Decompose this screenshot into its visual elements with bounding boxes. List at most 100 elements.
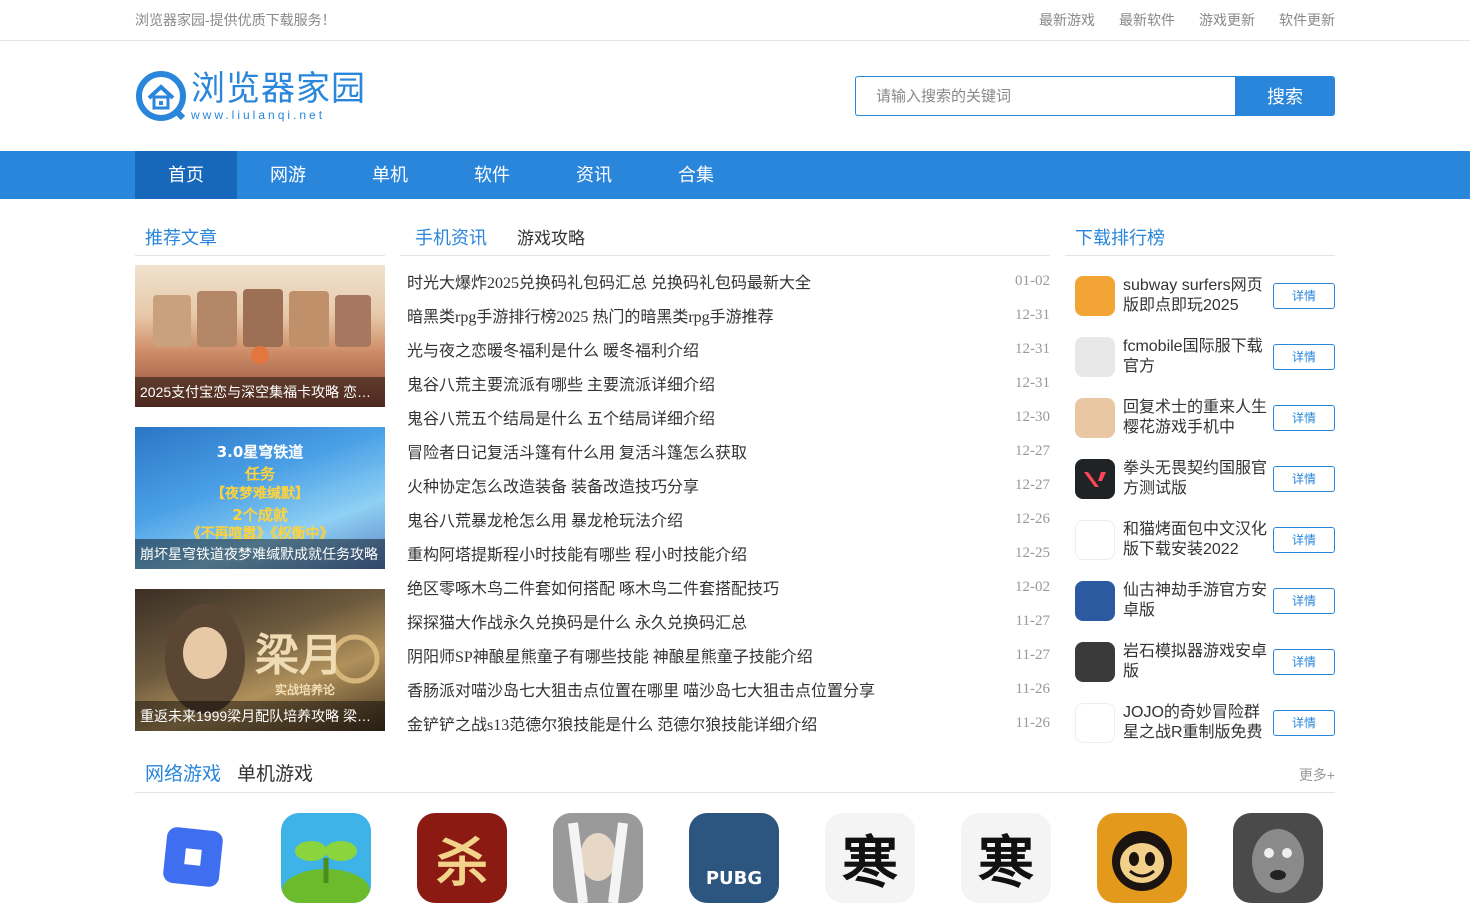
news-title[interactable]: 金铲铲之战s13范德尔狼技能是什么 范德尔狼技能详细介绍 — [407, 711, 817, 735]
rock-simulator-icon[interactable] — [1075, 641, 1115, 682]
details-button[interactable]: 详情 — [1273, 465, 1335, 492]
news-row[interactable]: 鬼谷八荒暴龙枪怎么用 暴龙枪玩法介绍 12-26 — [400, 502, 1050, 536]
news-row[interactable]: 鬼谷八荒五个结局是什么 五个结局详细介绍 12-30 — [400, 400, 1050, 434]
sanguosha-icon[interactable]: 杀 — [417, 813, 507, 903]
news-title[interactable]: 探探猫大作战永久兑换码是什么 永久兑换码汇总 — [407, 609, 747, 633]
news-title[interactable]: 鬼谷八荒五个结局是什么 五个结局详细介绍 — [407, 405, 715, 429]
nav-online-games[interactable]: 网游 — [237, 151, 339, 199]
search-input[interactable] — [855, 76, 1235, 116]
ranking-item[interactable]: 岩石模拟器游戏安卓版 详情 — [1065, 631, 1335, 692]
ranking-item-name[interactable]: subway surfers网页版即点即玩2025 — [1123, 276, 1271, 316]
news-title[interactable]: 绝区零啄木鸟二件套如何搭配 啄木鸟二件套搭配技巧 — [407, 575, 779, 599]
ranking-item-name[interactable]: JOJO的奇妙冒险群星之战R重制版免费 — [1123, 703, 1271, 743]
ranking-item[interactable]: subway surfers网页版即点即玩2025 详情 — [1065, 265, 1335, 326]
details-button[interactable]: 详情 — [1273, 709, 1335, 736]
anime-girl-icon[interactable] — [1075, 397, 1115, 438]
details-button[interactable]: 详情 — [1273, 343, 1335, 370]
news-date: 12-25 — [1015, 544, 1050, 561]
ranking-item-name[interactable]: 拳头无畏契约国服官方测试版 — [1123, 459, 1271, 499]
recommended-card[interactable]: 梁月 实战培养论 重返未来1999梁月配队培养攻略 梁月怎么配队 — [135, 589, 385, 731]
more-link[interactable]: 更多+ — [1299, 765, 1335, 785]
search-bar: 搜索 — [855, 76, 1335, 116]
ranking-item-name[interactable]: fcmobile国际服下载官方 — [1123, 337, 1271, 377]
news-title[interactable]: 香肠派对喵沙岛七大狙击点位置在哪里 喵沙岛七大狙击点位置分享 — [407, 677, 875, 701]
nav-software[interactable]: 软件 — [441, 151, 543, 199]
news-date: 12-31 — [1015, 306, 1050, 323]
ranking-item[interactable]: fcmobile国际服下载官方 详情 — [1065, 326, 1335, 387]
news-date: 11-27 — [1015, 612, 1050, 629]
details-button[interactable]: 详情 — [1273, 526, 1335, 553]
site-slogan: 浏览器家园-提供优质下载服务！ — [135, 12, 336, 28]
top-link-game-updates[interactable]: 游戏更新 — [1199, 10, 1255, 30]
news-title[interactable]: 阴阳师SP神酿星熊童子有哪些技能 神酿星熊童子技能介绍 — [407, 643, 813, 667]
news-row[interactable]: 鬼谷八荒主要流派有哪些 主要流派详细介绍 12-31 — [400, 366, 1050, 400]
cat-bread-icon[interactable] — [1075, 519, 1115, 560]
pubg-mobile-icon[interactable]: PUBG — [689, 813, 779, 903]
ranking-item[interactable]: 仙古神劫手游官方安卓版 详情 — [1065, 570, 1335, 631]
jojo-icon[interactable] — [1075, 702, 1115, 743]
tab-online-games[interactable]: 网络游戏 — [145, 759, 221, 786]
tab-mobile-news[interactable]: 手机资讯 — [415, 224, 487, 250]
news-title[interactable]: 冒险者日记复活斗篷有什么用 复活斗篷怎么获取 — [407, 439, 747, 463]
ranking-item-name[interactable]: 仙古神劫手游官方安卓版 — [1123, 581, 1271, 621]
ranking-item-name[interactable]: 岩石模拟器游戏安卓版 — [1123, 642, 1271, 682]
news-row[interactable]: 光与夜之恋暖冬福利是什么 暖冬福利介绍 12-31 — [400, 332, 1050, 366]
nav-single-games[interactable]: 单机 — [339, 151, 441, 199]
news-title[interactable]: 时光大爆炸2025兑换码礼包码汇总 兑换码礼包码最新大全 — [407, 269, 811, 293]
news-title[interactable]: 鬼谷八荒主要流派有哪些 主要流派详细介绍 — [407, 371, 715, 395]
tab-single-games[interactable]: 单机游戏 — [237, 759, 313, 786]
nav-news[interactable]: 资讯 — [543, 151, 645, 199]
ranking-item-name[interactable]: 回复术士的重来人生樱花游戏手机中 — [1123, 398, 1271, 438]
main-nav: 首页 网游 单机 软件 资讯 合集 — [0, 151, 1470, 199]
news-title[interactable]: 火种协定怎么改造装备 装备改造技巧分享 — [407, 473, 699, 497]
details-button[interactable]: 详情 — [1273, 282, 1335, 309]
top-link-latest-software[interactable]: 最新软件 — [1119, 10, 1175, 30]
ranking-item[interactable]: JOJO的奇妙冒险群星之战R重制版免费 详情 — [1065, 692, 1335, 753]
news-row[interactable]: 时光大爆炸2025兑换码礼包码汇总 兑换码礼包码最新大全 01-02 — [400, 264, 1050, 298]
news-row[interactable]: 冒险者日记复活斗篷有什么用 复活斗篷怎么获取 12-27 — [400, 434, 1050, 468]
swordsman-icon[interactable] — [553, 813, 643, 903]
news-row[interactable]: 重构阿塔提斯程小时技能有哪些 程小时技能介绍 12-25 — [400, 536, 1050, 570]
nav-collections[interactable]: 合集 — [645, 151, 747, 199]
details-button[interactable]: 详情 — [1273, 404, 1335, 431]
article-caption: 崩坏星穹铁道夜梦难缄默成就任务攻略 — [135, 539, 385, 569]
news-row[interactable]: 金铲铲之战s13范德尔狼技能是什么 范德尔狼技能详细介绍 11-26 — [400, 706, 1050, 740]
news-title[interactable]: 重构阿塔提斯程小时技能有哪些 程小时技能介绍 — [407, 541, 747, 565]
ranking-item[interactable]: 回复术士的重来人生樱花游戏手机中 详情 — [1065, 387, 1335, 448]
fc-mobile-icon[interactable] — [1075, 336, 1115, 377]
news-row[interactable]: 暗黑类rpg手游排行榜2025 热门的暗黑类rpg手游推荐 12-31 — [400, 298, 1050, 332]
news-row[interactable]: 绝区零啄木鸟二件套如何搭配 啄木鸟二件套搭配技巧 12-02 — [400, 570, 1050, 604]
top-link-latest-games[interactable]: 最新游戏 — [1039, 10, 1095, 30]
ranking-item[interactable]: 和猫烤面包中文汉化版下载安装2022 详情 — [1065, 509, 1335, 570]
recommended-card[interactable]: 2025支付宝恋与深空集福卡攻略 恋与深空集福卡怎么获得 — [135, 265, 385, 407]
search-button[interactable]: 搜索 — [1235, 76, 1335, 116]
games-section: 网络游戏 单机游戏 更多+ 杀 PUBG 寒 寒 — [0, 753, 1470, 903]
logo-domain: www.liulanqi.net — [191, 108, 326, 122]
top-link-software-updates[interactable]: 软件更新 — [1279, 10, 1335, 30]
details-button[interactable]: 详情 — [1273, 587, 1335, 614]
ranking-item[interactable]: 拳头无畏契约国服官方测试版 详情 — [1065, 448, 1335, 509]
roblox-icon[interactable] — [145, 813, 235, 903]
news-row[interactable]: 香肠派对喵沙岛七大狙击点位置在哪里 喵沙岛七大狙击点位置分享 11-26 — [400, 672, 1050, 706]
granny-icon[interactable] — [1233, 813, 1323, 903]
tab-game-guides[interactable]: 游戏攻略 — [517, 224, 585, 249]
news-row[interactable]: 探探猫大作战永久兑换码是什么 永久兑换码汇总 11-27 — [400, 604, 1050, 638]
site-logo[interactable]: 浏览器家园 www.liulanqi.net — [135, 66, 366, 126]
sprout-icon[interactable] — [281, 813, 371, 903]
recommended-card[interactable]: 3.0星穹铁道 任务 【夜梦难缄默】 2个成就 《不再喧嚣》《权衡中》 崩坏星穹… — [135, 427, 385, 569]
bendy-icon[interactable] — [1097, 813, 1187, 903]
ink-game-icon-2[interactable]: 寒 — [961, 813, 1051, 903]
ranking-item-name[interactable]: 和猫烤面包中文汉化版下载安装2022 — [1123, 520, 1271, 560]
news-row[interactable]: 火种协定怎么改造装备 装备改造技巧分享 12-27 — [400, 468, 1050, 502]
valorant-icon[interactable] — [1075, 458, 1115, 499]
ink-game-icon-1[interactable]: 寒 — [825, 813, 915, 903]
news-title[interactable]: 鬼谷八荒暴龙枪怎么用 暴龙枪玩法介绍 — [407, 507, 683, 531]
fantasy-girl-icon[interactable] — [1075, 580, 1115, 621]
ranking-list: subway surfers网页版即点即玩2025 详情 fcmobile国际服下载… — [1065, 256, 1335, 753]
details-button[interactable]: 详情 — [1273, 648, 1335, 675]
nav-home[interactable]: 首页 — [135, 151, 237, 199]
news-row[interactable]: 阴阳师SP神酿星熊童子有哪些技能 神酿星熊童子技能介绍 11-27 — [400, 638, 1050, 672]
subway-surfers-icon[interactable] — [1075, 275, 1115, 316]
news-title[interactable]: 光与夜之恋暖冬福利是什么 暖冬福利介绍 — [407, 337, 699, 361]
news-title[interactable]: 暗黑类rpg手游排行榜2025 热门的暗黑类rpg手游推荐 — [407, 303, 774, 327]
